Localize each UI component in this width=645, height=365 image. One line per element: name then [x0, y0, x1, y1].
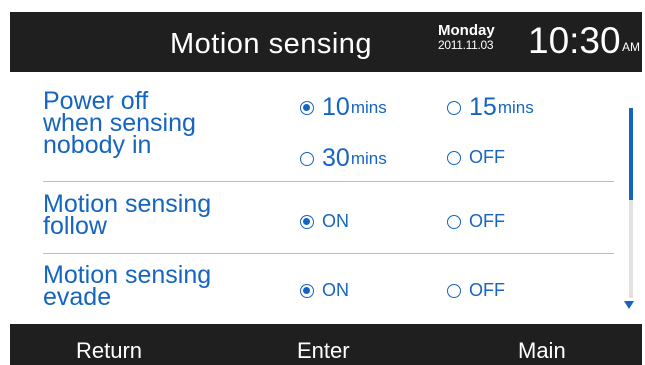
setting-label-evade: Motion sensing evade: [43, 261, 212, 311]
setting-label-follow: Motion sensing follow: [43, 190, 212, 240]
clock-ampm: AM: [622, 40, 640, 54]
radio-selected-icon: [300, 283, 314, 298]
option-30-mins[interactable]: 30 mins: [300, 144, 387, 173]
radio-unselected-icon: [447, 150, 461, 165]
option-on[interactable]: ON: [300, 211, 349, 232]
radio-unselected-icon: [447, 214, 461, 229]
scrollbar[interactable]: [629, 108, 633, 298]
setting-row-evade: Motion sensing evade ON OFF: [10, 254, 614, 324]
option-15-mins[interactable]: 15 mins: [447, 93, 534, 122]
footer-bar: Return Enter Main: [10, 324, 642, 365]
weekday-label: Monday: [438, 22, 495, 39]
main-button[interactable]: Main: [518, 338, 566, 364]
scrollbar-thumb[interactable]: [629, 108, 633, 200]
radio-selected-icon: [300, 214, 314, 229]
option-10-mins[interactable]: 10 mins: [300, 93, 387, 122]
radio-unselected-icon: [447, 100, 461, 115]
option-off[interactable]: OFF: [447, 211, 505, 232]
setting-row-follow: Motion sensing follow ON OFF: [10, 182, 614, 252]
option-on[interactable]: ON: [300, 280, 349, 301]
radio-unselected-icon: [300, 151, 314, 166]
option-off[interactable]: OFF: [447, 280, 505, 301]
radio-selected-icon: [300, 100, 314, 115]
clock-time: 10:30: [528, 20, 621, 61]
date-label: 2011.11.03: [438, 38, 494, 52]
radio-unselected-icon: [447, 283, 461, 298]
page-title: Motion sensing: [170, 28, 373, 60]
settings-list: Power off when sensing nobody in 10 mins …: [10, 72, 642, 324]
scroll-down-arrow-icon[interactable]: [624, 301, 634, 309]
return-button[interactable]: Return: [76, 338, 142, 364]
date-display: Monday 2011.11.03: [438, 22, 495, 52]
enter-button[interactable]: Enter: [297, 338, 350, 364]
setting-row-power-off: Power off when sensing nobody in 10 mins …: [10, 72, 614, 180]
setting-label-power-off: Power off when sensing nobody in: [43, 87, 196, 159]
header-bar: Motion sensing Monday 2011.11.03 10:30 A…: [10, 12, 642, 72]
option-off[interactable]: OFF: [447, 147, 505, 168]
